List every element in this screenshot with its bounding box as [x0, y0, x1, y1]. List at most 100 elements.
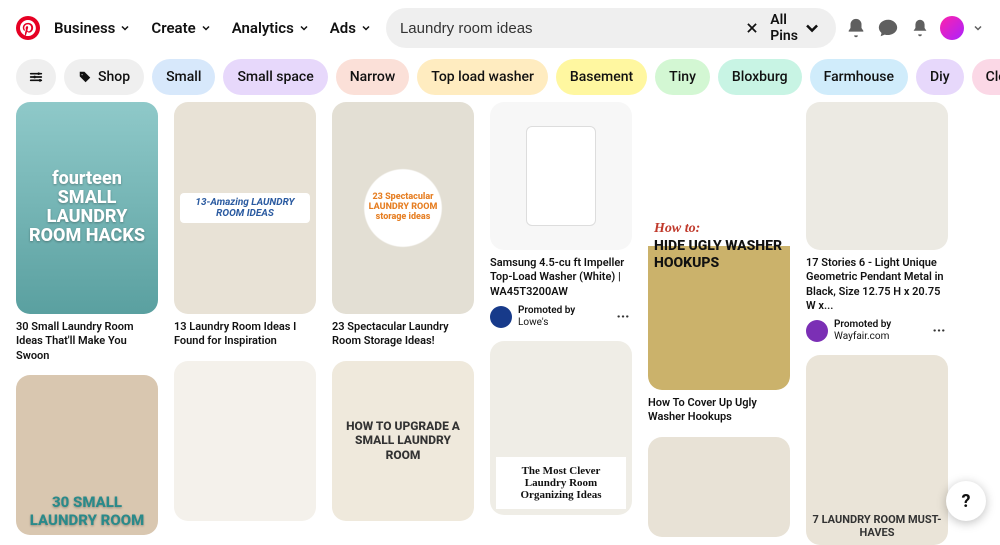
grid-column: fourteen SMALL LAUNDRY ROOM HACKS 30 Sma… — [16, 102, 158, 545]
chip-label: Top load washer — [431, 69, 534, 85]
nav-label: Business — [54, 19, 115, 37]
pin[interactable]: HOW TO UPGRADE A SMALL LAUNDRY ROOM — [332, 361, 474, 521]
nav-label: Analytics — [232, 19, 294, 37]
chip-filter[interactable]: Farmhouse — [810, 59, 908, 95]
nav-business[interactable]: Business — [48, 11, 137, 45]
grid-column: 23 Spectacular LAUNDRY ROOM storage idea… — [332, 102, 474, 545]
pin[interactable]: fourteen SMALL LAUNDRY ROOM HACKS 30 Sma… — [16, 102, 158, 363]
pin-overlay-text: 13-Amazing LAUNDRY ROOM IDEAS — [180, 193, 310, 223]
nav-create[interactable]: Create — [145, 11, 217, 45]
pin-image: 13-Amazing LAUNDRY ROOM IDEAS — [174, 102, 316, 314]
search-bar[interactable]: All Pins — [386, 8, 836, 48]
notifications-button[interactable] — [844, 16, 868, 40]
chip-label: Shop — [98, 69, 130, 85]
close-icon — [745, 21, 759, 35]
chip-label: Diy — [930, 69, 950, 85]
grid-column: How to:HIDE UGLY WASHER HOOKUPS How To C… — [648, 102, 790, 545]
profile-avatar[interactable] — [940, 16, 964, 40]
updates-button[interactable] — [908, 16, 932, 40]
tag-icon — [78, 70, 92, 84]
pin[interactable]: How to:HIDE UGLY WASHER HOOKUPS How To C… — [648, 102, 790, 425]
nav-ads[interactable]: Ads — [324, 11, 378, 45]
bell-outline-icon — [909, 17, 931, 39]
pin-title: 23 Spectacular Laundry Room Storage Idea… — [332, 320, 474, 349]
chip-filter[interactable]: Bloxburg — [718, 59, 802, 95]
chevron-down-icon — [802, 18, 822, 38]
sliders-icon — [28, 69, 44, 85]
speech-bubble-icon — [877, 17, 899, 39]
chip-label: Farmhouse — [824, 69, 894, 85]
messages-button[interactable] — [876, 16, 900, 40]
pin-more-button[interactable]: ··· — [614, 309, 632, 325]
pin-image: 7 LAUNDRY ROOM MUST-HAVES — [806, 355, 948, 545]
grid-column: 17 Stories 6 - Light Unique Geometric Pe… — [806, 102, 948, 545]
search-scope-label: All Pins — [770, 12, 798, 44]
pinterest-logo[interactable] — [16, 16, 40, 40]
pin-image: How to:HIDE UGLY WASHER HOOKUPS — [648, 102, 790, 390]
chip-label: Tiny — [669, 69, 696, 85]
promoted-row: Promoted byWayfair.com ··· — [806, 319, 948, 343]
pin[interactable]: Samsung 4.5-cu ft Impeller Top-Load Wash… — [490, 102, 632, 329]
filter-bar: Shop Small Small space Narrow Top load w… — [0, 56, 1000, 102]
chip-filter[interactable]: Closet — [972, 59, 1000, 95]
pin-image: The Most Clever Laundry Room Organizing … — [490, 341, 632, 515]
help-label: ? — [962, 491, 971, 512]
chip-filter[interactable]: Basement — [556, 59, 647, 95]
chevron-down-icon — [360, 22, 372, 34]
promoted-row: Promoted byLowe's ··· — [490, 305, 632, 329]
header: Business Create Analytics Ads All Pins — [0, 0, 1000, 56]
pin-title: Samsung 4.5-cu ft Impeller Top-Load Wash… — [490, 256, 632, 299]
nav-analytics[interactable]: Analytics — [226, 11, 316, 45]
search-scope-dropdown[interactable]: All Pins — [770, 12, 822, 44]
chip-shop[interactable]: Shop — [64, 59, 144, 95]
account-menu-chevron[interactable] — [972, 22, 984, 34]
pin[interactable] — [648, 437, 790, 537]
pin[interactable] — [174, 361, 316, 521]
grid-column: Samsung 4.5-cu ft Impeller Top-Load Wash… — [490, 102, 632, 545]
chip-filter[interactable]: Tiny — [655, 59, 710, 95]
chevron-down-icon — [119, 22, 131, 34]
washer-graphic — [526, 126, 596, 226]
chip-filter[interactable]: Small — [152, 59, 215, 95]
pin[interactable]: 17 Stories 6 - Light Unique Geometric Pe… — [806, 102, 948, 343]
advertiser-avatar[interactable] — [806, 320, 828, 342]
pin-image — [806, 102, 948, 250]
promoted-text: Promoted byLowe's — [518, 305, 608, 329]
pin-more-button[interactable]: ··· — [930, 323, 948, 339]
help-button[interactable]: ? — [946, 481, 986, 521]
chip-label: Small — [166, 69, 201, 85]
chip-filter[interactable]: Diy — [916, 59, 964, 95]
pin-image — [490, 102, 632, 250]
pin-overlay-text: fourteen SMALL LAUNDRY ROOM HACKS — [22, 170, 152, 246]
pin-image: 30 SMALL LAUNDRY ROOM — [16, 375, 158, 535]
advertiser-avatar[interactable] — [490, 306, 512, 328]
chip-filter[interactable]: Narrow — [336, 59, 410, 95]
chip-label: Small space — [237, 69, 313, 85]
pin-overlay-text: 30 SMALL LAUNDRY ROOM — [22, 493, 152, 529]
pin[interactable]: 13-Amazing LAUNDRY ROOM IDEAS 13 Laundry… — [174, 102, 316, 349]
pin[interactable]: 23 Spectacular LAUNDRY ROOM storage idea… — [332, 102, 474, 349]
chip-label: Narrow — [350, 69, 396, 85]
nav-label: Create — [151, 19, 195, 37]
pin[interactable]: The Most Clever Laundry Room Organizing … — [490, 341, 632, 515]
pin-grid: fourteen SMALL LAUNDRY ROOM HACKS 30 Sma… — [0, 102, 1000, 545]
grid-column: 13-Amazing LAUNDRY ROOM IDEAS 13 Laundry… — [174, 102, 316, 545]
chip-filter[interactable]: Top load washer — [417, 59, 548, 95]
pin-title: 17 Stories 6 - Light Unique Geometric Pe… — [806, 256, 948, 313]
pin-image: fourteen SMALL LAUNDRY ROOM HACKS — [16, 102, 158, 314]
chip-filter[interactable]: Small space — [223, 59, 327, 95]
pin-overlay-text: The Most Clever Laundry Room Organizing … — [496, 457, 626, 509]
search-input[interactable] — [400, 20, 734, 37]
nav-label: Ads — [330, 19, 356, 37]
pin[interactable]: 7 LAUNDRY ROOM MUST-HAVES — [806, 355, 948, 545]
chevron-down-icon — [200, 22, 212, 34]
chip-label: Bloxburg — [732, 69, 788, 85]
pin-title: 13 Laundry Room Ideas I Found for Inspir… — [174, 320, 316, 349]
pin[interactable]: 30 SMALL LAUNDRY ROOM — [16, 375, 158, 535]
pin-overlay-text: HOW TO UPGRADE A SMALL LAUNDRY ROOM — [338, 419, 468, 462]
promoted-text: Promoted byWayfair.com — [834, 319, 924, 343]
filter-button[interactable] — [16, 59, 56, 95]
pin-overlay-text: 7 LAUNDRY ROOM MUST-HAVES — [812, 513, 942, 539]
pin-overlay-text: 23 Spectacular LAUNDRY ROOM storage idea… — [358, 163, 448, 253]
clear-search-button[interactable] — [742, 18, 762, 38]
